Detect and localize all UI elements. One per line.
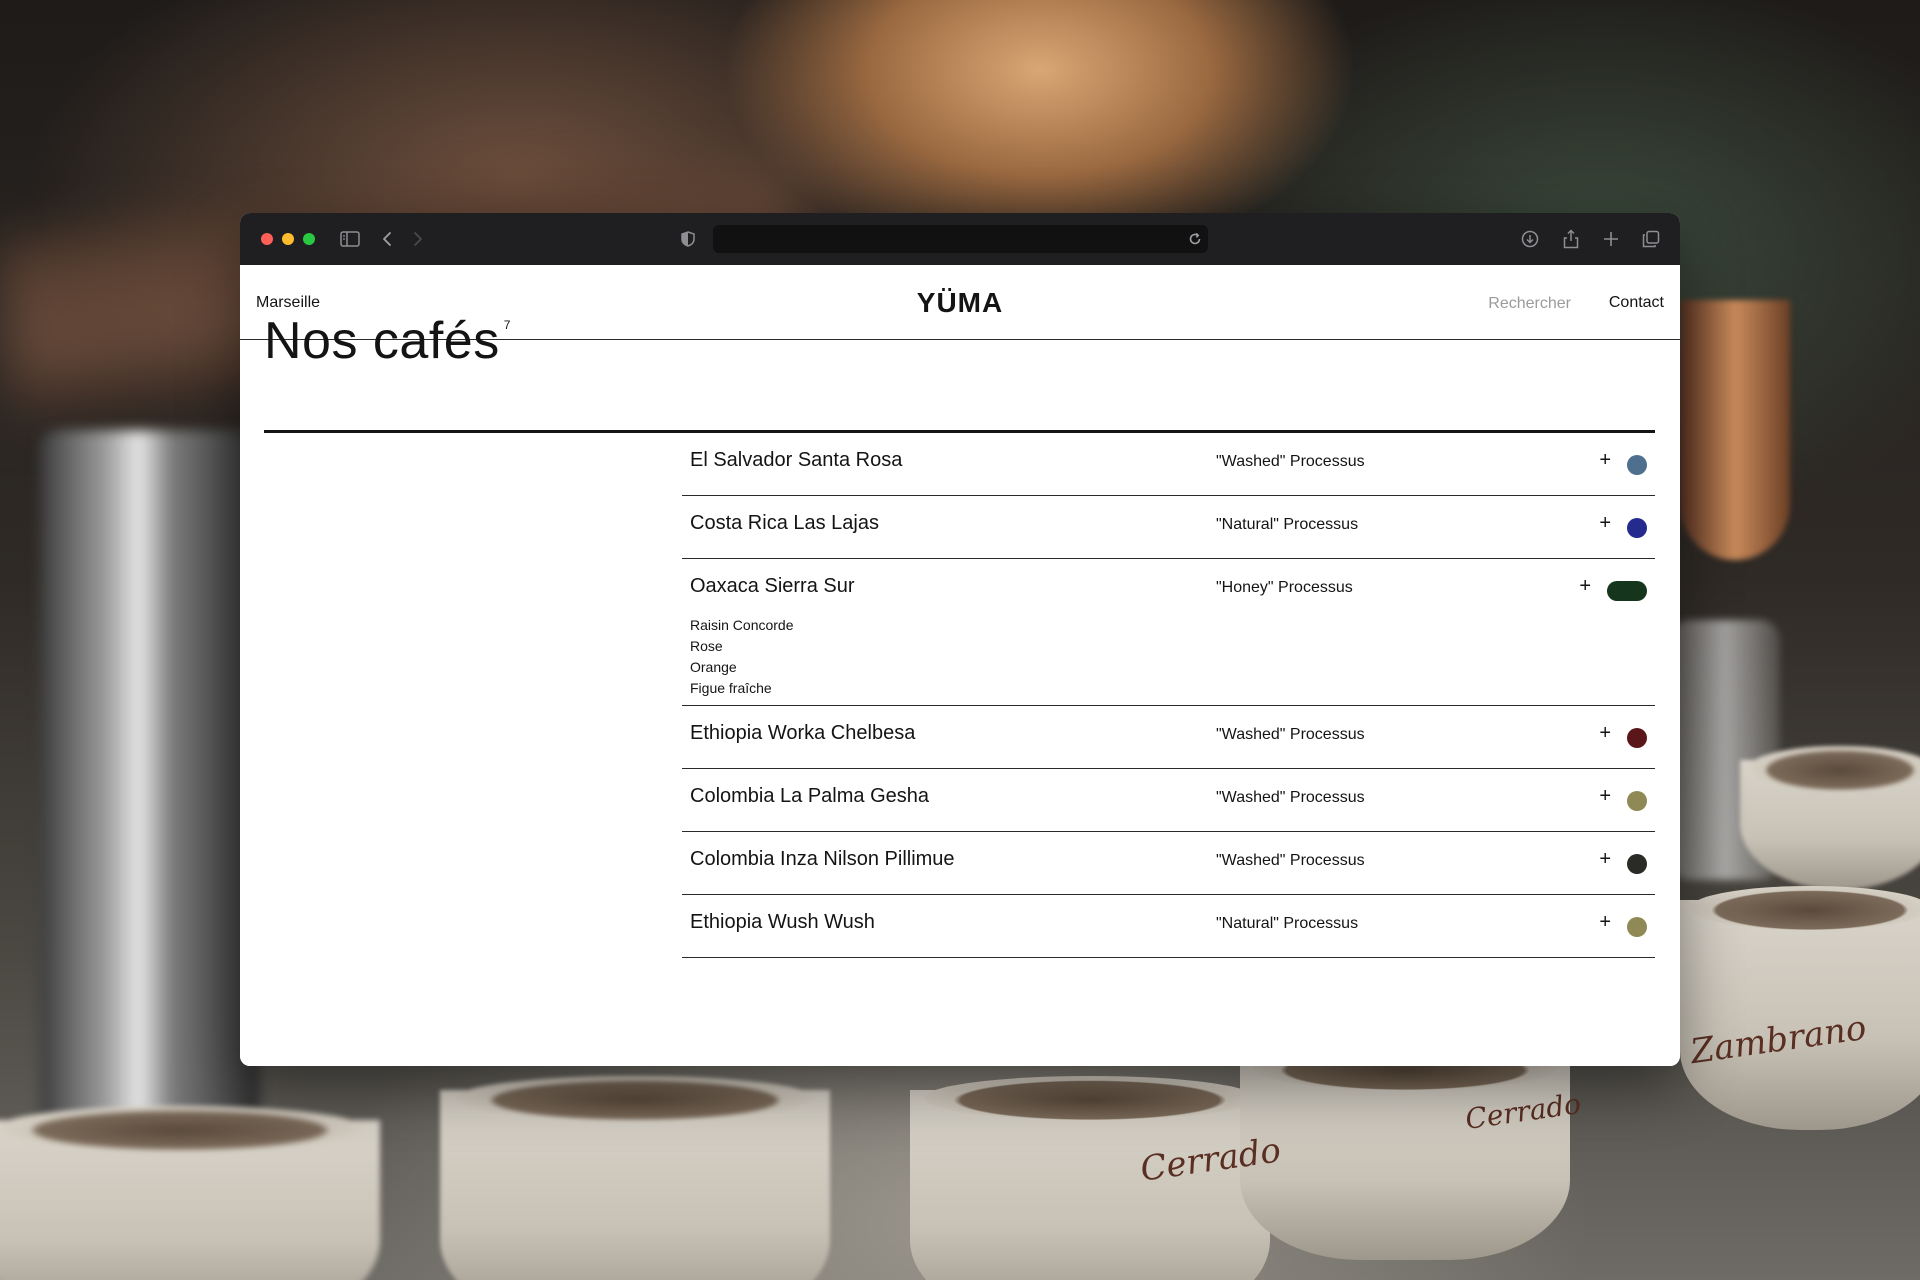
coffee-color-swatch [1627, 455, 1647, 475]
tasting-note: Raisin Concorde [690, 617, 794, 633]
coffee-process: "Honey" Processus [1216, 579, 1353, 596]
coffee-color-swatch [1627, 518, 1647, 538]
background-cup [440, 1076, 830, 1280]
coffee-color-swatch [1627, 728, 1647, 748]
expand-plus-button[interactable]: + [1599, 512, 1611, 535]
tab-overview-icon[interactable] [1639, 213, 1663, 265]
expand-plus-button[interactable]: + [1599, 785, 1611, 808]
coffee-color-swatch [1607, 581, 1647, 601]
reload-icon[interactable] [1188, 225, 1202, 253]
coffee-color-swatch [1627, 791, 1647, 811]
coffee-process: "Washed" Processus [1216, 453, 1365, 470]
background-cup [1680, 886, 1920, 1130]
zoom-window-button[interactable] [303, 233, 315, 245]
coffee-name[interactable]: Colombia Inza Nilson Pillimue [690, 848, 955, 871]
coffee-process: "Natural" Processus [1216, 516, 1359, 533]
coffee-row[interactable]: El Salvador Santa Rosa "Washed" Processu… [682, 433, 1655, 496]
page-title: Nos cafés [264, 312, 500, 370]
coffee-row[interactable]: Ethiopia Wush Wush "Natural" Processus + [682, 895, 1655, 958]
coffee-name[interactable]: El Salvador Santa Rosa [690, 449, 902, 472]
coffee-color-swatch [1627, 917, 1647, 937]
coffee-name[interactable]: Ethiopia Worka Chelbesa [690, 722, 915, 745]
coffee-color-swatch [1627, 854, 1647, 874]
coffee-name[interactable]: Costa Rica Las Lajas [690, 512, 879, 535]
share-icon[interactable] [1559, 213, 1583, 265]
coffee-count: 7 [503, 318, 511, 332]
coffee-name[interactable]: Colombia La Palma Gesha [690, 785, 929, 808]
background-cup [1240, 1046, 1570, 1260]
tasting-notes: Raisin Concorde Rose Orange Figue fraîch… [690, 615, 794, 699]
coffee-row[interactable]: Costa Rica Las Lajas "Natural" Processus… [682, 496, 1655, 559]
expand-plus-button[interactable]: + [1579, 575, 1591, 598]
forward-arrow-icon[interactable] [406, 213, 430, 265]
coffee-name[interactable]: Ethiopia Wush Wush [690, 911, 875, 934]
background-copper-dripper [1680, 300, 1790, 560]
coffee-process: "Washed" Processus [1216, 789, 1365, 806]
back-arrow-icon[interactable] [375, 213, 399, 265]
background-kettle [40, 430, 260, 1130]
coffee-name[interactable]: Oaxaca Sierra Sur [690, 575, 855, 598]
expand-plus-button[interactable]: + [1599, 911, 1611, 934]
privacy-shield-icon[interactable] [676, 213, 700, 265]
sidebar-toggle-icon[interactable] [336, 213, 364, 265]
download-icon[interactable] [1518, 213, 1542, 265]
coffee-row[interactable]: Colombia La Palma Gesha "Washed" Process… [682, 769, 1655, 832]
expand-plus-button[interactable]: + [1599, 722, 1611, 745]
browser-toolbar [240, 213, 1680, 265]
search-link[interactable]: Rechercher [1488, 295, 1571, 313]
web-page: Marseille YÜMA Rechercher Contact Nos ca… [240, 265, 1680, 1066]
new-tab-plus-icon[interactable] [1599, 213, 1623, 265]
minimize-window-button[interactable] [282, 233, 294, 245]
contact-link[interactable]: Contact [1609, 294, 1664, 312]
window-controls [261, 233, 315, 245]
coffee-process: "Washed" Processus [1216, 852, 1365, 869]
close-window-button[interactable] [261, 233, 273, 245]
coffee-process: "Natural" Processus [1216, 915, 1359, 932]
expand-plus-button[interactable]: + [1599, 848, 1611, 871]
browser-window: Marseille YÜMA Rechercher Contact Nos ca… [240, 213, 1680, 1066]
coffee-row[interactable]: Colombia Inza Nilson Pillimue "Washed" P… [682, 832, 1655, 895]
coffee-row-expanded[interactable]: Oaxaca Sierra Sur "Honey" Processus + Ra… [682, 559, 1655, 706]
address-bar[interactable] [713, 225, 1208, 253]
coffee-list: El Salvador Santa Rosa "Washed" Processu… [682, 433, 1655, 958]
background-cup [0, 1106, 380, 1280]
tasting-note: Orange [690, 659, 737, 675]
tasting-note: Rose [690, 638, 723, 654]
coffee-row[interactable]: Ethiopia Worka Chelbesa "Washed" Process… [682, 706, 1655, 769]
tasting-note: Figue fraîche [690, 680, 772, 696]
background-cup [910, 1076, 1270, 1280]
coffee-process: "Washed" Processus [1216, 726, 1365, 743]
page-title-group: Nos cafés 7 [264, 312, 510, 372]
expand-plus-button[interactable]: + [1599, 449, 1611, 472]
